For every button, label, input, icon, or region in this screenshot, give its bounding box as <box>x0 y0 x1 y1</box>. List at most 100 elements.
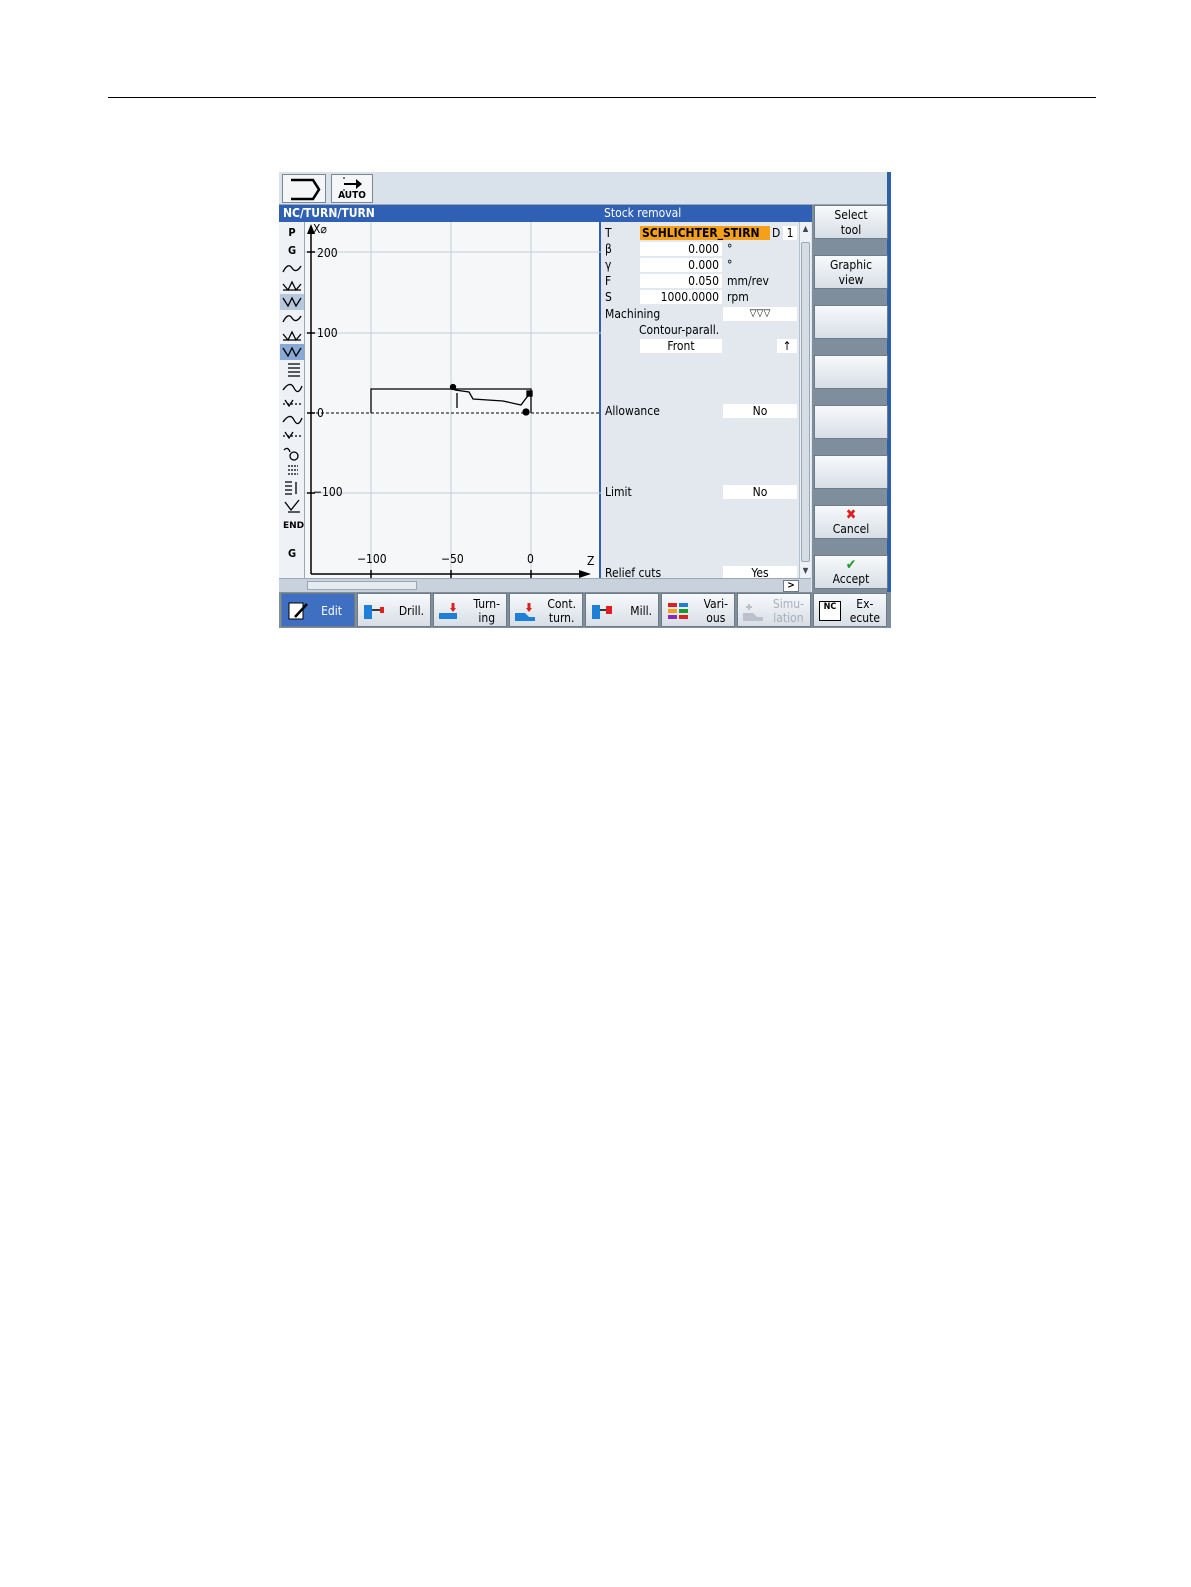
drill-icon <box>364 605 384 619</box>
cancel-button[interactable]: ✖ Cancel <box>814 505 888 539</box>
program-step-strip: P G END G <box>279 222 305 578</box>
relief-field[interactable]: Yes <box>723 566 797 578</box>
turning-line2: ing <box>478 611 496 625</box>
step-g[interactable]: G <box>280 242 304 259</box>
param-row-allowance: Allowance No <box>601 403 799 419</box>
softkey-empty-6[interactable] <box>814 455 888 489</box>
scroll-up-icon[interactable]: ▲ <box>801 222 810 236</box>
page-header-rule <box>108 97 1096 98</box>
feed-label: F <box>605 274 612 288</box>
various-label: Vari- ous <box>704 597 728 625</box>
x-tick-label: 100 <box>317 326 338 340</box>
select-tool-line2: tool <box>840 223 862 237</box>
scroll-down-icon[interactable]: ▼ <box>801 564 810 578</box>
simulation-icon <box>743 604 763 621</box>
contour-turning-icon <box>515 603 535 621</box>
parameter-panel: T SCHLICHTER_STIRN D 1 β 0.000 ° γ 0.000… <box>601 222 799 578</box>
program-path: NC/TURN/TURN <box>279 205 601 222</box>
simulation-button[interactable]: Simu- lation <box>737 593 811 627</box>
param-row-machining: Machining ▽▽▽ <box>601 306 799 322</box>
svg-text:END: END <box>283 521 304 531</box>
edit-label: Edit <box>321 604 342 618</box>
param-row-speed: S 1000.0000 rpm <box>601 289 799 305</box>
axis-x-label: X⌀ <box>313 222 327 236</box>
cancel-label: Cancel <box>832 522 870 536</box>
accept-button[interactable]: ✔ Accept <box>814 555 888 589</box>
softkey-empty-4[interactable] <box>814 355 888 389</box>
parameter-scrollbar[interactable]: ▲ ▼ <box>799 222 811 578</box>
various-button[interactable]: Vari- ous <box>661 593 735 627</box>
various-line2: ous <box>706 611 726 625</box>
simulation-label: Simu- lation <box>773 597 804 625</box>
beta-label: β <box>605 242 612 256</box>
accept-icon: ✔ <box>845 557 857 573</box>
gamma-label: γ <box>605 258 612 272</box>
various-line1: Vari- <box>703 597 728 611</box>
z-tick-label: −100 <box>357 552 387 566</box>
contour-turning-line1: Cont. <box>547 597 576 611</box>
nc-icon-text: NC <box>823 602 837 612</box>
speed-field[interactable]: 1000.0000 <box>640 290 722 304</box>
execute-line1: Ex- <box>856 597 874 611</box>
contour-turning-button[interactable]: Cont. turn. <box>509 593 583 627</box>
machining-label: Machining <box>605 307 661 321</box>
drill-label: Drill. <box>398 604 424 618</box>
limit-field[interactable]: No <box>723 485 797 499</box>
scroll-right-button[interactable]: > <box>783 580 799 592</box>
scroll-thumb[interactable] <box>801 242 810 562</box>
milling-label: Mill. <box>630 604 652 618</box>
horizontal-scrollbar[interactable]: > <box>279 578 811 592</box>
z-tick-label: 0 <box>527 552 534 566</box>
graphic-view-line1: Graphic <box>829 258 873 272</box>
drill-button[interactable]: Drill. <box>357 593 431 627</box>
step-p[interactable]: P <box>280 224 304 241</box>
parameter-title: Stock removal <box>601 205 812 222</box>
machining-field[interactable]: ▽▽▽ <box>723 307 797 321</box>
turning-line1: Turn- <box>473 597 500 611</box>
limit-label: Limit <box>605 485 632 499</box>
edit-button[interactable]: Edit <box>281 593 355 627</box>
horizontal-scroll-thumb[interactable] <box>307 581 417 590</box>
return-icon <box>291 178 321 201</box>
simulation-line2: lation <box>773 611 804 625</box>
simulation-line1: Simu- <box>772 597 804 611</box>
direction-field[interactable]: Front <box>640 339 722 353</box>
milling-button[interactable]: Mill. <box>585 593 659 627</box>
graphic-view-button[interactable]: Graphic view <box>814 255 888 289</box>
step-g-end[interactable]: G <box>280 545 304 562</box>
feed-field[interactable]: 0.050 <box>640 274 722 288</box>
axis-z-label: Z <box>587 554 595 568</box>
edit-icon <box>288 602 308 620</box>
param-row-limit: Limit No <box>601 484 799 500</box>
execute-button[interactable]: NC Ex- ecute <box>813 593 887 627</box>
milling-icon <box>592 605 612 619</box>
turning-button[interactable]: Turn- ing <box>433 593 507 627</box>
cancel-icon: ✖ <box>845 507 857 523</box>
mode-auto-button[interactable]: AUTO <box>331 174 373 203</box>
direction-arrow-icon[interactable]: ↑ <box>777 339 797 353</box>
param-row-tool: T SCHLICHTER_STIRN D 1 <box>601 225 799 241</box>
nc-execute-icon: NC <box>819 601 841 621</box>
mode-auto-label: AUTO <box>338 190 366 201</box>
auto-arrow-icon <box>343 177 362 191</box>
turning-label: Turn- ing <box>473 597 500 625</box>
softkey-empty-3[interactable] <box>814 305 888 339</box>
contour-graphic: X⌀ Z 200 100 0 −100 −100 −50 0 <box>305 222 601 578</box>
softkey-empty-5[interactable] <box>814 405 888 439</box>
back-button[interactable] <box>282 174 326 203</box>
allowance-field[interactable]: No <box>723 404 797 418</box>
d-field[interactable]: 1 <box>783 226 797 240</box>
beta-field[interactable]: 0.000 <box>640 242 722 256</box>
beta-unit: ° <box>727 242 733 256</box>
select-tool-button[interactable]: Select tool <box>814 205 888 239</box>
param-row-gamma: γ 0.000 ° <box>601 257 799 273</box>
contour-turning-label: Cont. turn. <box>547 597 576 625</box>
tool-label: T <box>605 226 612 240</box>
graphic-view-line2: view <box>838 273 864 287</box>
machining-mode: Contour-parall. <box>639 323 720 337</box>
select-tool-line1: Select <box>834 208 868 222</box>
param-row-direction: Front ↑ <box>601 338 799 354</box>
gamma-field[interactable]: 0.000 <box>640 258 722 272</box>
d-label: D <box>772 226 781 240</box>
tool-field[interactable]: SCHLICHTER_STIRN <box>640 226 770 240</box>
